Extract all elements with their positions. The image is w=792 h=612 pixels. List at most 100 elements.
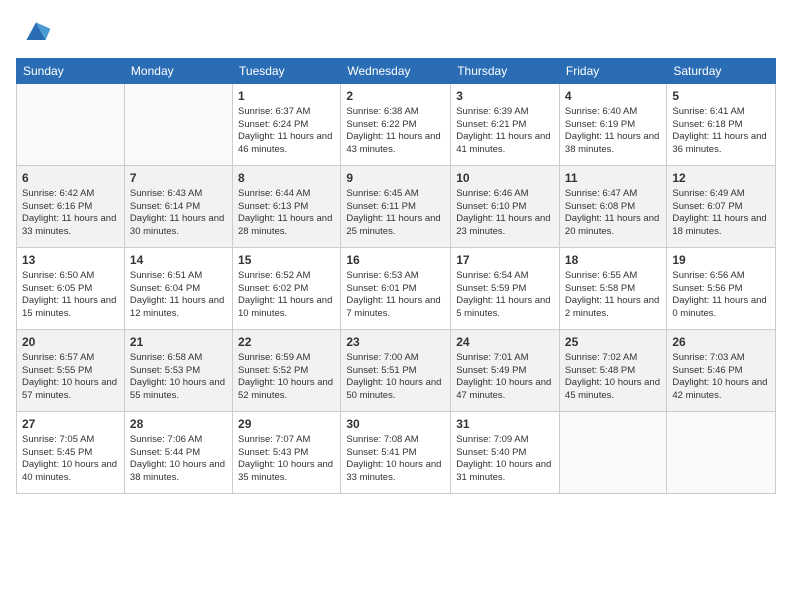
calendar-cell: 19Sunrise: 6:56 AMSunset: 5:56 PMDayligh…: [667, 248, 776, 330]
day-info: Sunrise: 6:37 AMSunset: 6:24 PMDaylight:…: [238, 106, 335, 157]
day-info: Sunrise: 6:47 AMSunset: 6:08 PMDaylight:…: [565, 188, 661, 239]
day-number: 2: [346, 88, 445, 105]
calendar-cell: 24Sunrise: 7:01 AMSunset: 5:49 PMDayligh…: [451, 330, 560, 412]
day-info: Sunrise: 6:52 AMSunset: 6:02 PMDaylight:…: [238, 270, 335, 321]
weekday-header-friday: Friday: [559, 59, 666, 84]
calendar-cell: 23Sunrise: 7:00 AMSunset: 5:51 PMDayligh…: [341, 330, 451, 412]
week-row-3: 13Sunrise: 6:50 AMSunset: 6:05 PMDayligh…: [17, 248, 776, 330]
calendar-cell: [667, 412, 776, 494]
day-number: 19: [672, 252, 770, 269]
page-container: SundayMondayTuesdayWednesdayThursdayFrid…: [0, 0, 792, 502]
calendar-cell: 17Sunrise: 6:54 AMSunset: 5:59 PMDayligh…: [451, 248, 560, 330]
day-info: Sunrise: 6:41 AMSunset: 6:18 PMDaylight:…: [672, 106, 770, 157]
day-info: Sunrise: 7:07 AMSunset: 5:43 PMDaylight:…: [238, 434, 335, 485]
calendar-cell: 30Sunrise: 7:08 AMSunset: 5:41 PMDayligh…: [341, 412, 451, 494]
logo: [16, 16, 52, 48]
day-info: Sunrise: 7:06 AMSunset: 5:44 PMDaylight:…: [130, 434, 227, 485]
day-number: 3: [456, 88, 554, 105]
calendar-cell: 4Sunrise: 6:40 AMSunset: 6:19 PMDaylight…: [559, 84, 666, 166]
day-number: 22: [238, 334, 335, 351]
day-number: 5: [672, 88, 770, 105]
calendar-cell: 1Sunrise: 6:37 AMSunset: 6:24 PMDaylight…: [233, 84, 341, 166]
calendar-cell: [124, 84, 232, 166]
weekday-header-saturday: Saturday: [667, 59, 776, 84]
calendar-cell: 14Sunrise: 6:51 AMSunset: 6:04 PMDayligh…: [124, 248, 232, 330]
day-number: 31: [456, 416, 554, 433]
week-row-5: 27Sunrise: 7:05 AMSunset: 5:45 PMDayligh…: [17, 412, 776, 494]
day-info: Sunrise: 6:45 AMSunset: 6:11 PMDaylight:…: [346, 188, 445, 239]
day-info: Sunrise: 7:03 AMSunset: 5:46 PMDaylight:…: [672, 352, 770, 403]
day-number: 6: [22, 170, 119, 187]
day-number: 29: [238, 416, 335, 433]
day-number: 20: [22, 334, 119, 351]
day-info: Sunrise: 6:40 AMSunset: 6:19 PMDaylight:…: [565, 106, 661, 157]
weekday-header-wednesday: Wednesday: [341, 59, 451, 84]
day-number: 1: [238, 88, 335, 105]
day-number: 11: [565, 170, 661, 187]
day-number: 14: [130, 252, 227, 269]
calendar-cell: 2Sunrise: 6:38 AMSunset: 6:22 PMDaylight…: [341, 84, 451, 166]
day-info: Sunrise: 6:43 AMSunset: 6:14 PMDaylight:…: [130, 188, 227, 239]
week-row-2: 6Sunrise: 6:42 AMSunset: 6:16 PMDaylight…: [17, 166, 776, 248]
calendar-cell: 5Sunrise: 6:41 AMSunset: 6:18 PMDaylight…: [667, 84, 776, 166]
weekday-header-row: SundayMondayTuesdayWednesdayThursdayFrid…: [17, 59, 776, 84]
calendar-cell: 25Sunrise: 7:02 AMSunset: 5:48 PMDayligh…: [559, 330, 666, 412]
day-number: 25: [565, 334, 661, 351]
day-number: 30: [346, 416, 445, 433]
day-info: Sunrise: 6:56 AMSunset: 5:56 PMDaylight:…: [672, 270, 770, 321]
day-info: Sunrise: 7:09 AMSunset: 5:40 PMDaylight:…: [456, 434, 554, 485]
day-info: Sunrise: 6:53 AMSunset: 6:01 PMDaylight:…: [346, 270, 445, 321]
calendar-cell: 16Sunrise: 6:53 AMSunset: 6:01 PMDayligh…: [341, 248, 451, 330]
weekday-header-thursday: Thursday: [451, 59, 560, 84]
logo-icon: [20, 16, 52, 48]
day-info: Sunrise: 7:05 AMSunset: 5:45 PMDaylight:…: [22, 434, 119, 485]
calendar-cell: 8Sunrise: 6:44 AMSunset: 6:13 PMDaylight…: [233, 166, 341, 248]
day-number: 12: [672, 170, 770, 187]
day-info: Sunrise: 7:02 AMSunset: 5:48 PMDaylight:…: [565, 352, 661, 403]
day-info: Sunrise: 7:08 AMSunset: 5:41 PMDaylight:…: [346, 434, 445, 485]
day-number: 7: [130, 170, 227, 187]
day-number: 24: [456, 334, 554, 351]
calendar-cell: 29Sunrise: 7:07 AMSunset: 5:43 PMDayligh…: [233, 412, 341, 494]
day-number: 21: [130, 334, 227, 351]
day-info: Sunrise: 7:01 AMSunset: 5:49 PMDaylight:…: [456, 352, 554, 403]
weekday-header-tuesday: Tuesday: [233, 59, 341, 84]
day-number: 18: [565, 252, 661, 269]
day-number: 8: [238, 170, 335, 187]
day-info: Sunrise: 7:00 AMSunset: 5:51 PMDaylight:…: [346, 352, 445, 403]
day-number: 28: [130, 416, 227, 433]
calendar-cell: 13Sunrise: 6:50 AMSunset: 6:05 PMDayligh…: [17, 248, 125, 330]
week-row-4: 20Sunrise: 6:57 AMSunset: 5:55 PMDayligh…: [17, 330, 776, 412]
calendar-cell: 20Sunrise: 6:57 AMSunset: 5:55 PMDayligh…: [17, 330, 125, 412]
day-number: 15: [238, 252, 335, 269]
day-number: 26: [672, 334, 770, 351]
weekday-header-sunday: Sunday: [17, 59, 125, 84]
calendar-cell: 11Sunrise: 6:47 AMSunset: 6:08 PMDayligh…: [559, 166, 666, 248]
header: [16, 16, 776, 48]
day-info: Sunrise: 6:59 AMSunset: 5:52 PMDaylight:…: [238, 352, 335, 403]
day-info: Sunrise: 6:50 AMSunset: 6:05 PMDaylight:…: [22, 270, 119, 321]
day-info: Sunrise: 6:42 AMSunset: 6:16 PMDaylight:…: [22, 188, 119, 239]
calendar-cell: 7Sunrise: 6:43 AMSunset: 6:14 PMDaylight…: [124, 166, 232, 248]
calendar-cell: 26Sunrise: 7:03 AMSunset: 5:46 PMDayligh…: [667, 330, 776, 412]
week-row-1: 1Sunrise: 6:37 AMSunset: 6:24 PMDaylight…: [17, 84, 776, 166]
day-info: Sunrise: 6:38 AMSunset: 6:22 PMDaylight:…: [346, 106, 445, 157]
day-info: Sunrise: 6:44 AMSunset: 6:13 PMDaylight:…: [238, 188, 335, 239]
calendar-cell: 9Sunrise: 6:45 AMSunset: 6:11 PMDaylight…: [341, 166, 451, 248]
calendar-cell: [559, 412, 666, 494]
calendar-cell: 6Sunrise: 6:42 AMSunset: 6:16 PMDaylight…: [17, 166, 125, 248]
calendar-cell: 3Sunrise: 6:39 AMSunset: 6:21 PMDaylight…: [451, 84, 560, 166]
day-info: Sunrise: 6:46 AMSunset: 6:10 PMDaylight:…: [456, 188, 554, 239]
calendar-cell: 28Sunrise: 7:06 AMSunset: 5:44 PMDayligh…: [124, 412, 232, 494]
day-number: 23: [346, 334, 445, 351]
day-number: 13: [22, 252, 119, 269]
day-info: Sunrise: 6:51 AMSunset: 6:04 PMDaylight:…: [130, 270, 227, 321]
day-number: 10: [456, 170, 554, 187]
day-number: 16: [346, 252, 445, 269]
calendar-cell: 22Sunrise: 6:59 AMSunset: 5:52 PMDayligh…: [233, 330, 341, 412]
calendar-cell: 10Sunrise: 6:46 AMSunset: 6:10 PMDayligh…: [451, 166, 560, 248]
calendar-cell: 27Sunrise: 7:05 AMSunset: 5:45 PMDayligh…: [17, 412, 125, 494]
day-info: Sunrise: 6:49 AMSunset: 6:07 PMDaylight:…: [672, 188, 770, 239]
day-info: Sunrise: 6:58 AMSunset: 5:53 PMDaylight:…: [130, 352, 227, 403]
calendar-cell: 18Sunrise: 6:55 AMSunset: 5:58 PMDayligh…: [559, 248, 666, 330]
